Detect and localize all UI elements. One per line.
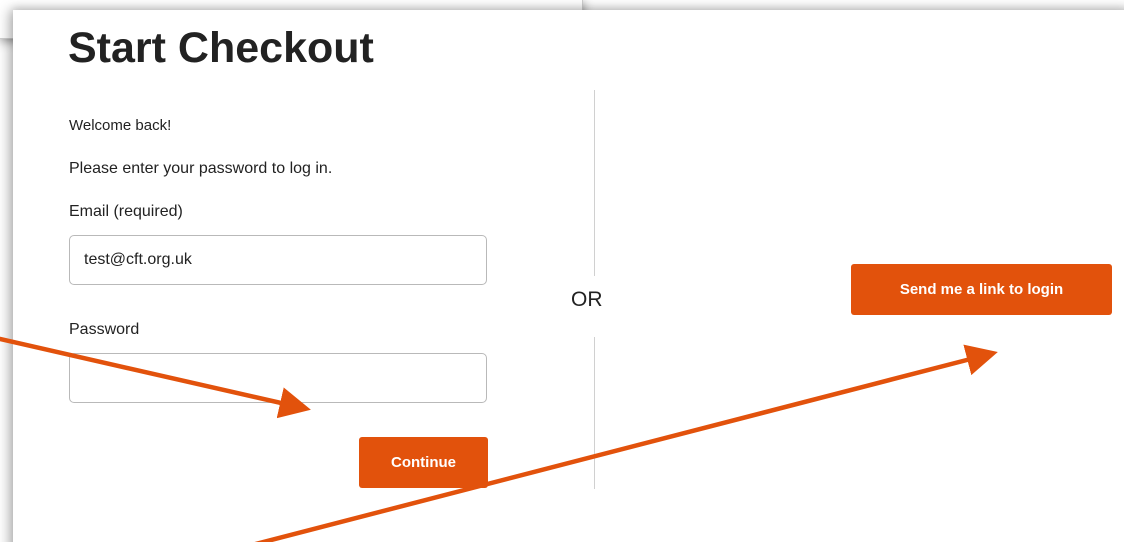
send-login-link-button[interactable]: Send me a link to login xyxy=(851,264,1112,315)
email-label: Email (required) xyxy=(69,203,183,220)
or-separator: OR xyxy=(571,288,603,311)
screenshot-stage: Start Checkout Welcome back! Please ente… xyxy=(0,0,1124,542)
continue-button[interactable]: Continue xyxy=(359,437,488,488)
welcome-message: Welcome back! xyxy=(69,117,172,134)
page-title: Start Checkout xyxy=(68,24,374,72)
login-instructions: Please enter your password to log in. xyxy=(69,160,333,177)
divider-line-top xyxy=(594,90,595,276)
password-field[interactable] xyxy=(69,353,487,403)
password-label: Password xyxy=(69,321,140,338)
email-field[interactable] xyxy=(69,235,487,285)
divider-line-bottom xyxy=(594,337,595,489)
checkout-dialog: Start Checkout Welcome back! Please ente… xyxy=(13,10,1124,542)
